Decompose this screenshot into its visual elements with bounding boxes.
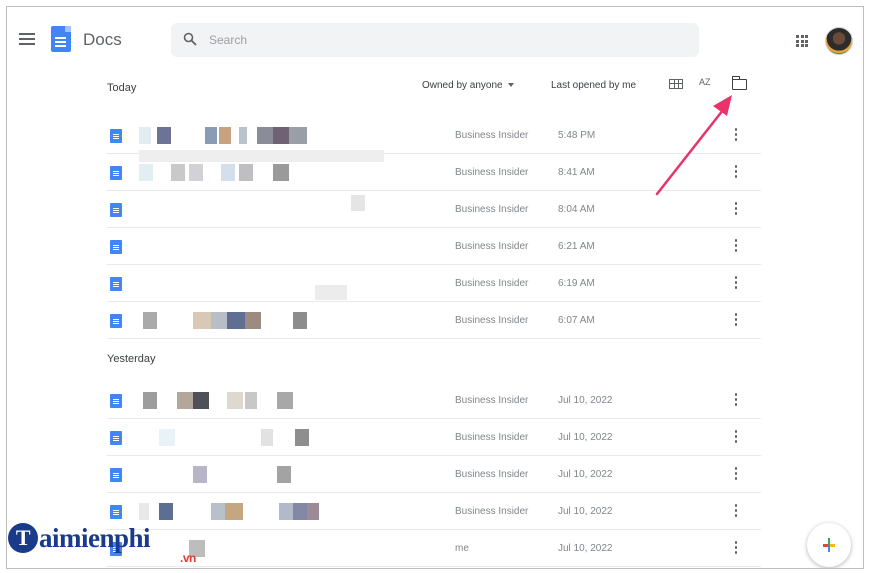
section-heading-yesterday: Yesterday (107, 353, 156, 365)
more-options-icon[interactable] (731, 467, 741, 483)
account-avatar[interactable] (825, 27, 853, 55)
redacted-doc-title (139, 392, 379, 409)
grid-view-icon[interactable] (669, 79, 683, 89)
doc-last-opened: Jul 10, 2022 (558, 395, 613, 406)
more-options-icon[interactable] (731, 504, 741, 520)
docs-logo-icon[interactable] (51, 26, 71, 52)
google-doc-icon (110, 166, 122, 180)
doc-last-opened: Jul 10, 2022 (558, 469, 613, 480)
redacted-doc-title (139, 127, 379, 144)
google-doc-icon (110, 394, 122, 408)
more-options-icon[interactable] (731, 239, 741, 255)
redacted-doc-title (139, 238, 379, 255)
google-doc-icon (110, 240, 122, 254)
more-options-icon[interactable] (731, 276, 741, 292)
doc-last-opened: 6:07 AM (558, 315, 595, 326)
doc-owner: Business Insider (455, 506, 529, 517)
doc-owner: Business Insider (455, 395, 529, 406)
redacted-doc-title (139, 195, 379, 218)
redacted-doc-title (139, 429, 379, 446)
doc-owner: Business Insider (455, 315, 529, 326)
doc-row[interactable]: Business Insider 8:41 AM (107, 150, 761, 191)
doc-last-opened: Jul 10, 2022 (558, 543, 613, 554)
redacted-doc-title (139, 275, 379, 300)
app-title[interactable]: Docs (83, 30, 122, 50)
doc-last-opened: Jul 10, 2022 (558, 432, 613, 443)
doc-last-opened: 8:04 AM (558, 204, 595, 215)
search-input[interactable] (209, 30, 679, 50)
google-doc-icon (110, 203, 122, 217)
more-options-icon[interactable] (731, 313, 741, 329)
doc-row[interactable]: Business Insider 6:19 AM (107, 265, 761, 302)
doc-last-opened: 6:19 AM (558, 278, 595, 289)
google-doc-icon (110, 505, 122, 519)
create-new-document-button[interactable] (807, 523, 851, 567)
last-opened-sort[interactable]: Last opened by me (551, 80, 636, 91)
doc-row[interactable]: Business Insider Jul 10, 2022 (107, 382, 761, 419)
doc-row[interactable]: Business Insider Jul 10, 2022 (107, 493, 761, 530)
caret-down-icon (507, 83, 514, 88)
watermark-text: aimienphi (39, 523, 151, 553)
doc-last-opened: 8:41 AM (558, 167, 595, 178)
doc-row[interactable]: Business Insider 5:48 PM (107, 117, 761, 154)
watermark-suffix: .vn (180, 551, 196, 565)
doc-owner: Business Insider (455, 278, 529, 289)
section-heading-today: Today (107, 82, 137, 94)
google-doc-icon (110, 468, 122, 482)
doc-last-opened: Jul 10, 2022 (558, 506, 613, 517)
google-apps-icon[interactable] (796, 35, 808, 47)
doc-last-opened: 6:21 AM (558, 241, 595, 252)
google-doc-icon (110, 314, 122, 328)
redacted-doc-title (139, 466, 379, 483)
google-doc-icon (110, 431, 122, 445)
doc-owner: Business Insider (455, 130, 529, 141)
doc-row[interactable]: Business Insider 6:07 AM (107, 302, 761, 339)
docs-home-window: Docs Today Owned by anyone Last opened b… (6, 6, 864, 569)
google-doc-icon (110, 277, 122, 291)
main-menu-icon[interactable] (19, 33, 35, 47)
open-file-picker-folder-icon[interactable] (731, 76, 747, 90)
taimienphi-watermark: Taimienphi .vn (8, 523, 196, 565)
doc-row[interactable]: Business Insider 8:04 AM (107, 191, 761, 228)
redacted-doc-title (139, 312, 379, 329)
more-options-icon[interactable] (731, 202, 741, 218)
doc-owner: Business Insider (455, 469, 529, 480)
doc-owner: Business Insider (455, 204, 529, 215)
doc-owner: Business Insider (455, 432, 529, 443)
doc-last-opened: 5:48 PM (558, 130, 596, 141)
top-bar: Docs (7, 7, 863, 75)
doc-row[interactable]: me Jul 10, 2022 (107, 530, 761, 567)
doc-owner: Business Insider (455, 167, 529, 178)
redacted-doc-title (139, 150, 384, 181)
google-doc-icon (110, 129, 122, 143)
search-bar[interactable] (171, 23, 699, 57)
sort-az-icon[interactable]: AZ (699, 77, 711, 87)
doc-owner: Business Insider (455, 241, 529, 252)
owned-by-label: Owned by anyone (422, 80, 503, 91)
search-icon[interactable] (183, 32, 197, 46)
doc-owner: me (455, 543, 469, 554)
watermark-logo-letter: T (8, 523, 38, 553)
redacted-doc-title (139, 540, 379, 557)
more-options-icon[interactable] (731, 165, 741, 181)
redacted-doc-title (139, 503, 379, 520)
plus-icon-vertical (827, 538, 831, 552)
more-options-icon[interactable] (731, 541, 741, 557)
more-options-icon[interactable] (731, 128, 741, 144)
doc-row[interactable]: Business Insider 6:21 AM (107, 228, 761, 265)
doc-row[interactable]: Business Insider Jul 10, 2022 (107, 456, 761, 493)
more-options-icon[interactable] (731, 430, 741, 446)
more-options-icon[interactable] (731, 393, 741, 409)
owned-by-filter[interactable]: Owned by anyone (422, 80, 514, 91)
doc-row[interactable]: Business Insider Jul 10, 2022 (107, 419, 761, 456)
